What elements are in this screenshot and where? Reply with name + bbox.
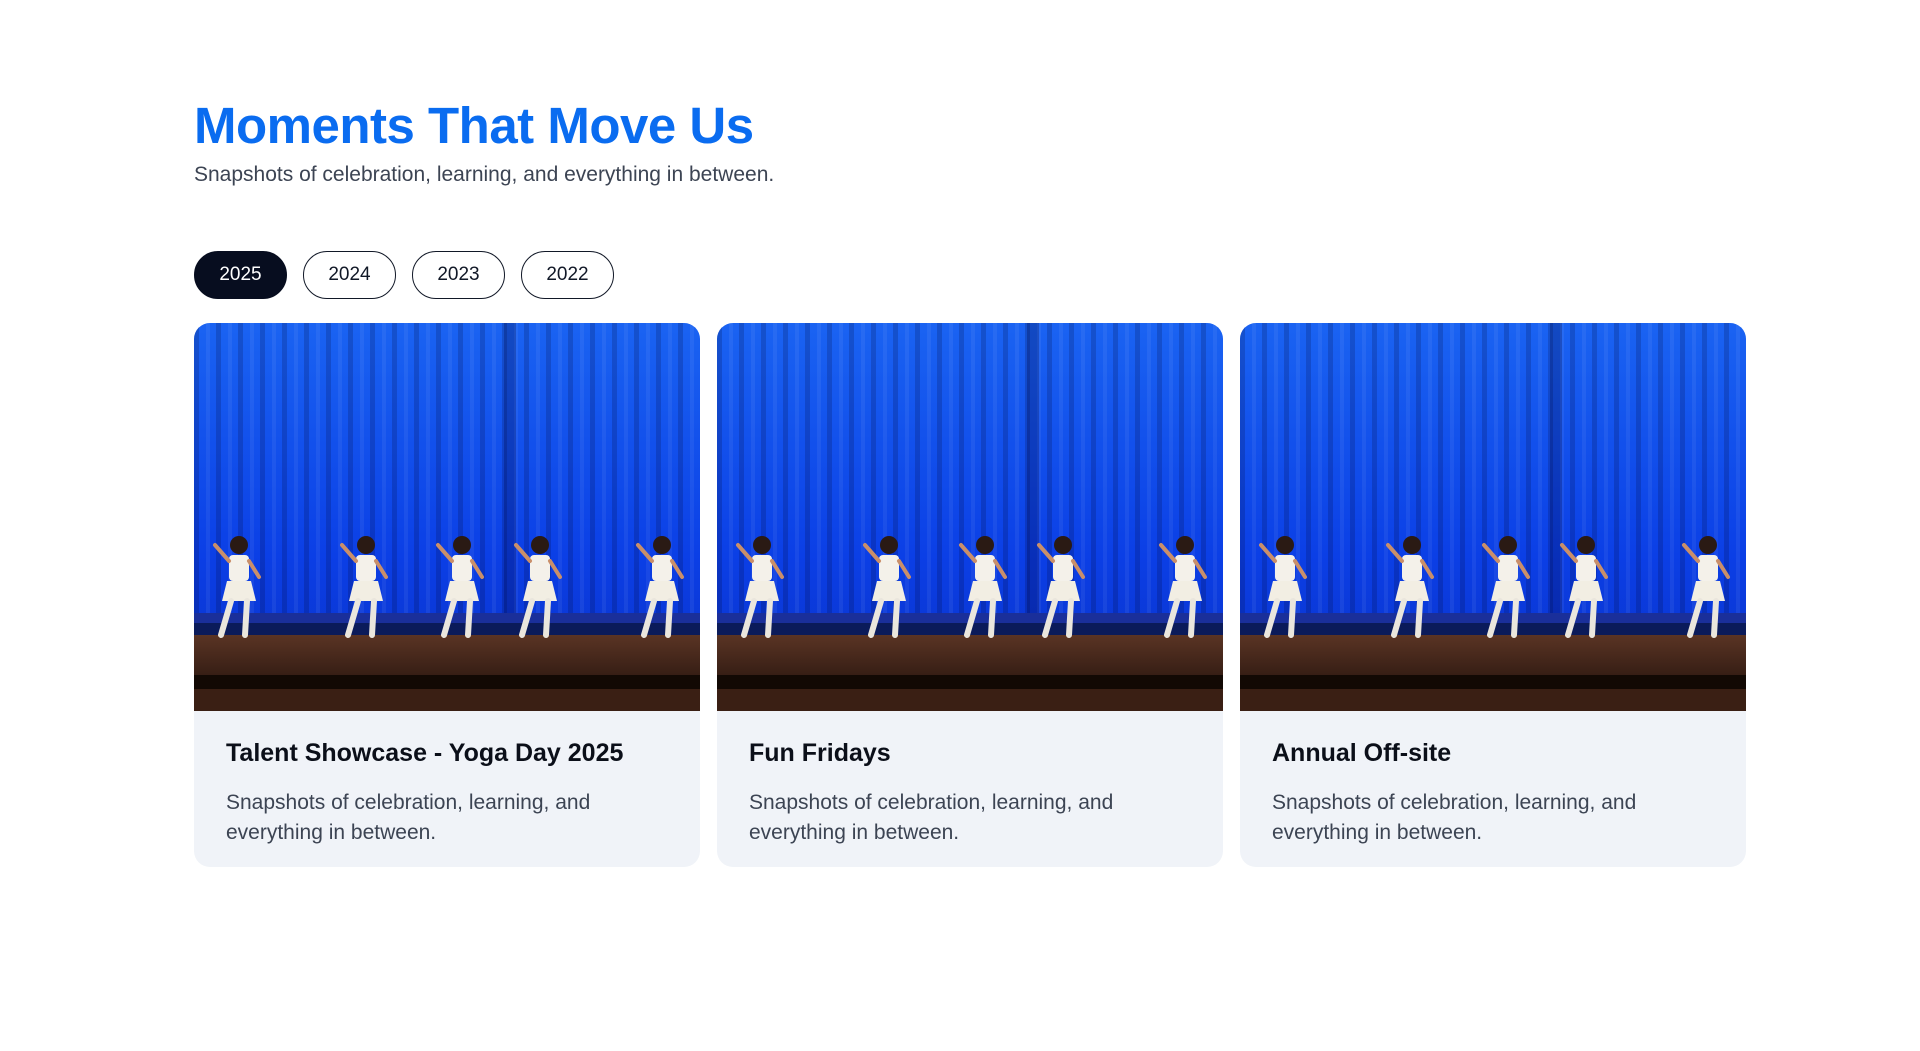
year-tab-2023[interactable]: 2023 <box>412 251 505 299</box>
card-description: Snapshots of celebration, learning, and … <box>749 791 1114 844</box>
moments-card-grid: Talent Showcase - Yoga Day 2025 Snapshot… <box>194 323 1746 867</box>
year-tab-2022[interactable]: 2022 <box>521 251 614 299</box>
moment-card[interactable]: Fun Fridays Snapshots of celebration, le… <box>717 323 1223 867</box>
card-description: Snapshots of celebration, learning, and … <box>226 791 591 844</box>
moment-card[interactable]: Talent Showcase - Yoga Day 2025 Snapshot… <box>194 323 700 867</box>
stage-dance-photo <box>1240 323 1746 711</box>
stage-dance-photo <box>717 323 1223 711</box>
year-filter-tabs: 2025 2024 2023 2022 <box>194 251 614 299</box>
card-description: Snapshots of celebration, learning, and … <box>1272 791 1637 844</box>
stage-dance-photo <box>194 323 700 711</box>
year-tab-2025[interactable]: 2025 <box>194 251 287 299</box>
card-title: Talent Showcase - Yoga Day 2025 <box>226 739 624 767</box>
card-title: Fun Fridays <box>749 739 891 767</box>
moment-card[interactable]: Annual Off-site Snapshots of celebration… <box>1240 323 1746 867</box>
card-title: Annual Off-site <box>1272 739 1452 767</box>
year-tab-2024[interactable]: 2024 <box>303 251 396 299</box>
section-subtitle: Snapshots of celebration, learning, and … <box>194 163 775 186</box>
section-title: Moments That Move Us <box>194 97 754 154</box>
